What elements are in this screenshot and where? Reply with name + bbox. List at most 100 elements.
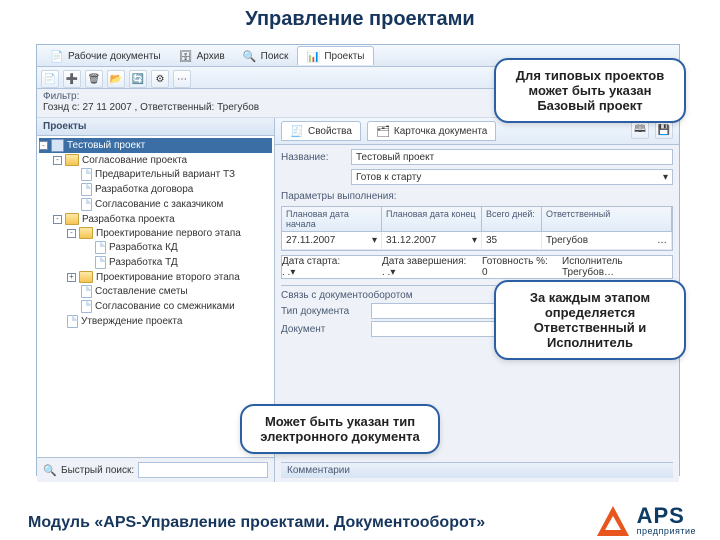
tab-documents[interactable]: 📄Рабочие документы bbox=[41, 46, 170, 65]
tree-label: Разработка КД bbox=[109, 242, 178, 253]
tree-row[interactable]: Разработка ТД bbox=[39, 255, 272, 270]
cell-start-plan[interactable]: 27.11.2007▾ bbox=[282, 232, 382, 250]
folder-icon bbox=[79, 227, 93, 239]
tree-label: Составление сметы bbox=[95, 286, 188, 297]
tree-label: Согласование со смежниками bbox=[95, 301, 235, 312]
ellipsis-icon: … bbox=[657, 235, 667, 246]
tab-archive[interactable]: 🗄 Архив bbox=[170, 46, 234, 65]
doc-icon bbox=[81, 198, 92, 211]
params-grid-2: Дата старта: Дата завершения: Готовность… bbox=[281, 255, 673, 279]
cell-responsible[interactable]: Трегубов… bbox=[542, 232, 672, 250]
tb-more[interactable]: ⋯ bbox=[173, 70, 191, 88]
tab-projects[interactable]: 📊Проекты bbox=[297, 46, 373, 65]
tb-new[interactable]: 📄 bbox=[41, 70, 59, 88]
tree-row[interactable]: -Разработка проекта bbox=[39, 212, 272, 226]
tree-row[interactable]: -Проектирование первого этапа bbox=[39, 226, 272, 240]
folder-icon bbox=[65, 213, 79, 225]
tree-row[interactable]: Согласование со смежниками bbox=[39, 299, 272, 314]
comments-panel: Комментарии bbox=[281, 462, 673, 478]
tree-row[interactable]: Разработка договора bbox=[39, 182, 272, 197]
doctype-label: Тип документа bbox=[281, 306, 365, 317]
cell-readiness[interactable]: 0 bbox=[482, 267, 562, 278]
project-tree[interactable]: -Тестовый проект-Согласование проектаПре… bbox=[37, 136, 274, 457]
name-input[interactable]: Тестовый проект bbox=[351, 149, 673, 165]
archive-icon: 🗄 bbox=[179, 49, 193, 63]
callout-doc-type: Может быть указан тип электронного докум… bbox=[240, 404, 440, 454]
tb-refresh[interactable]: 🔄 bbox=[129, 70, 147, 88]
col-start-plan: Плановая дата начала bbox=[282, 207, 382, 232]
tb-props[interactable]: ⚙ bbox=[151, 70, 169, 88]
expander-icon[interactable]: - bbox=[67, 229, 76, 238]
logo-mark bbox=[597, 506, 629, 536]
col-responsible: Ответственный bbox=[542, 207, 672, 232]
col-end-actual: Дата завершения: bbox=[382, 256, 482, 267]
chevron-down-icon: ▾ bbox=[472, 235, 477, 246]
name-row: Название: Тестовый проект bbox=[281, 149, 673, 165]
tree-label: Проектирование второго этапа bbox=[96, 272, 240, 283]
chevron-down-icon: ▾ bbox=[290, 267, 295, 278]
status-select[interactable]: Готов к старту▾ bbox=[351, 169, 673, 185]
col-days: Всего дней: bbox=[482, 207, 542, 232]
tree-row[interactable]: Разработка КД bbox=[39, 240, 272, 255]
params-title: Параметры выполнения: bbox=[281, 191, 673, 202]
tree-row[interactable]: Составление сметы bbox=[39, 284, 272, 299]
doc-icon bbox=[81, 168, 92, 181]
tab-properties[interactable]: 🧾Свойства bbox=[281, 121, 361, 141]
tb-open[interactable]: 📂 bbox=[107, 70, 125, 88]
col-readiness: Готовность %: bbox=[482, 256, 562, 267]
tree-label: Согласование с заказчиком bbox=[95, 199, 223, 210]
quick-search-bar: 🔍 Быстрый поиск: bbox=[37, 457, 274, 482]
tab-label: Рабочие документы bbox=[68, 51, 161, 62]
col-executor: Исполнитель bbox=[562, 256, 672, 267]
tree-row[interactable]: - Тестовый проект bbox=[39, 138, 272, 153]
tab-label: Поиск bbox=[261, 51, 289, 62]
search-icon: 🔍 bbox=[243, 49, 257, 63]
tree-row[interactable]: + Проектирование второго этапа bbox=[39, 270, 272, 284]
tab-doc-card[interactable]: 🗂Карточка документа bbox=[367, 121, 496, 141]
tab-label: Свойства bbox=[308, 126, 352, 137]
tree-label: Согласование проекта bbox=[82, 155, 187, 166]
tab-search[interactable]: 🔍 Поиск bbox=[234, 46, 298, 65]
cell-end-plan[interactable]: 31.12.2007▾ bbox=[382, 232, 482, 250]
cell-executor[interactable]: Трегубов… bbox=[562, 267, 672, 278]
tree-row[interactable]: - Согласование проекта bbox=[39, 153, 272, 167]
name-value: Тестовый проект bbox=[356, 152, 434, 163]
tree-label: Разработка договора bbox=[95, 184, 193, 195]
tree-row[interactable]: Предварительный вариант ТЗ bbox=[39, 167, 272, 182]
search-icon: 🔍 bbox=[43, 463, 57, 477]
expander-icon[interactable]: + bbox=[67, 273, 76, 282]
tb-add[interactable]: ➕ bbox=[63, 70, 81, 88]
expander-icon[interactable]: - bbox=[53, 215, 62, 224]
cell-days[interactable]: 35 bbox=[482, 232, 542, 250]
callout-responsible: За каждым этапом определяется Ответствен… bbox=[494, 280, 686, 360]
panel-title: Проекты bbox=[43, 121, 86, 132]
tree-label: Тестовый проект bbox=[67, 140, 145, 151]
cell-start-actual[interactable]: . .▾ bbox=[282, 267, 382, 278]
doc-icon bbox=[95, 241, 106, 254]
expander-icon[interactable]: - bbox=[53, 156, 62, 165]
tb-detail-2[interactable]: 💾 bbox=[655, 121, 673, 139]
doc-icon bbox=[67, 315, 78, 328]
ellipsis-icon: … bbox=[604, 267, 614, 278]
tab-label: Архив bbox=[197, 51, 225, 62]
doc-icon bbox=[81, 285, 92, 298]
tab-label: Проекты bbox=[324, 51, 364, 62]
tree-row[interactable]: Утверждение проекта bbox=[39, 314, 272, 329]
tree-label: Утверждение проекта bbox=[81, 316, 182, 327]
status-value: Готов к старту bbox=[356, 172, 421, 183]
tree-row[interactable]: Согласование с заказчиком bbox=[39, 197, 272, 212]
folder-icon bbox=[79, 271, 93, 283]
panel-header: Проекты bbox=[37, 118, 274, 136]
card-icon: 🗂 bbox=[376, 124, 390, 138]
filter-value: Гознд с: 27 11 2007 , Ответственный: Тре… bbox=[43, 102, 259, 113]
cell-end-actual[interactable]: . .▾ bbox=[382, 267, 482, 278]
tb-detail-1[interactable]: 🕮 bbox=[631, 121, 649, 139]
quick-search-input[interactable] bbox=[138, 462, 268, 478]
tb-delete[interactable]: 🗑 bbox=[85, 70, 103, 88]
comments-title: Комментарии bbox=[281, 463, 673, 478]
doc-icon bbox=[81, 300, 92, 313]
expander-icon[interactable]: - bbox=[39, 141, 48, 150]
logo-subtitle: предприятие bbox=[637, 527, 696, 536]
chevron-down-icon: ▾ bbox=[390, 267, 395, 278]
col-start-actual: Дата старта: bbox=[282, 256, 382, 267]
